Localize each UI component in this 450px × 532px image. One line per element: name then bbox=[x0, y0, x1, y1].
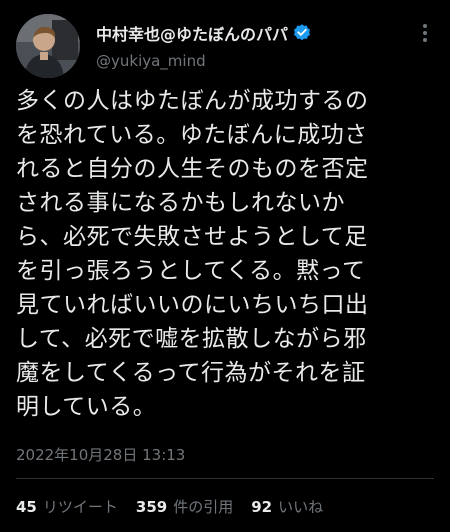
tweet-text-line: して、必死で嘘を拡散しながら邪 bbox=[16, 326, 367, 352]
likes-label: いいね bbox=[278, 498, 324, 516]
divider bbox=[16, 478, 434, 479]
author-handle[interactable]: @yukiya_mind bbox=[96, 52, 206, 70]
tweet-text-line: 見ていればいいのにいちいち口出 bbox=[16, 292, 369, 318]
avatar-photo-icon bbox=[16, 14, 80, 78]
tweet-text-line: ら、必死で失敗させようとして足 bbox=[16, 224, 368, 250]
retweets-stat[interactable]: 45 リツイート bbox=[16, 496, 118, 517]
quotes-count: 359 bbox=[135, 498, 168, 516]
verified-badge-icon bbox=[292, 23, 312, 43]
tweet-text-line: される事になるかもしれないか bbox=[16, 190, 345, 216]
tweet-text-line: れると自分の人生そのものを否定 bbox=[16, 156, 369, 182]
tweet-text-line: 多くの人はゆたぼんが成功するの bbox=[16, 88, 369, 114]
author-name-row: 中村幸也@ゆたぼんのパパ bbox=[96, 22, 312, 44]
more-options-icon[interactable] bbox=[414, 22, 436, 44]
tweet-text-line: を恐れている。ゆたぼんに成功さ bbox=[16, 122, 368, 148]
tweet-text: 多くの人はゆたぼんが成功するの を恐れている。ゆたぼんに成功さ れると自分の人生… bbox=[16, 84, 440, 424]
quotes-stat[interactable]: 359 件の引用 bbox=[136, 496, 233, 517]
retweets-label: リツイート bbox=[42, 498, 118, 516]
likes-stat[interactable]: 92 いいね bbox=[251, 496, 323, 517]
avatar[interactable] bbox=[16, 14, 80, 78]
likes-count: 92 bbox=[251, 498, 273, 516]
tweet-card: 中村幸也@ゆたぼんのパパ @yukiya_mind 多くの人はゆたぼんが成功する… bbox=[0, 0, 450, 532]
author-display-name[interactable]: 中村幸也@ゆたぼんのパパ bbox=[96, 21, 288, 45]
tweet-stats: 45 リツイート 359 件の引用 92 いいね bbox=[16, 496, 341, 517]
tweet-timestamp[interactable]: 2022年10月28日 13:13 bbox=[16, 444, 185, 465]
tweet-text-line: を引っ張ろうとしてくる。黙って bbox=[16, 258, 366, 284]
quotes-label: 件の引用 bbox=[173, 498, 234, 516]
tweet-text-line: 明している。 bbox=[16, 394, 157, 420]
tweet-text-line: 魔をしてくるって行為がそれを証 bbox=[16, 360, 366, 386]
retweets-count: 45 bbox=[16, 498, 37, 516]
